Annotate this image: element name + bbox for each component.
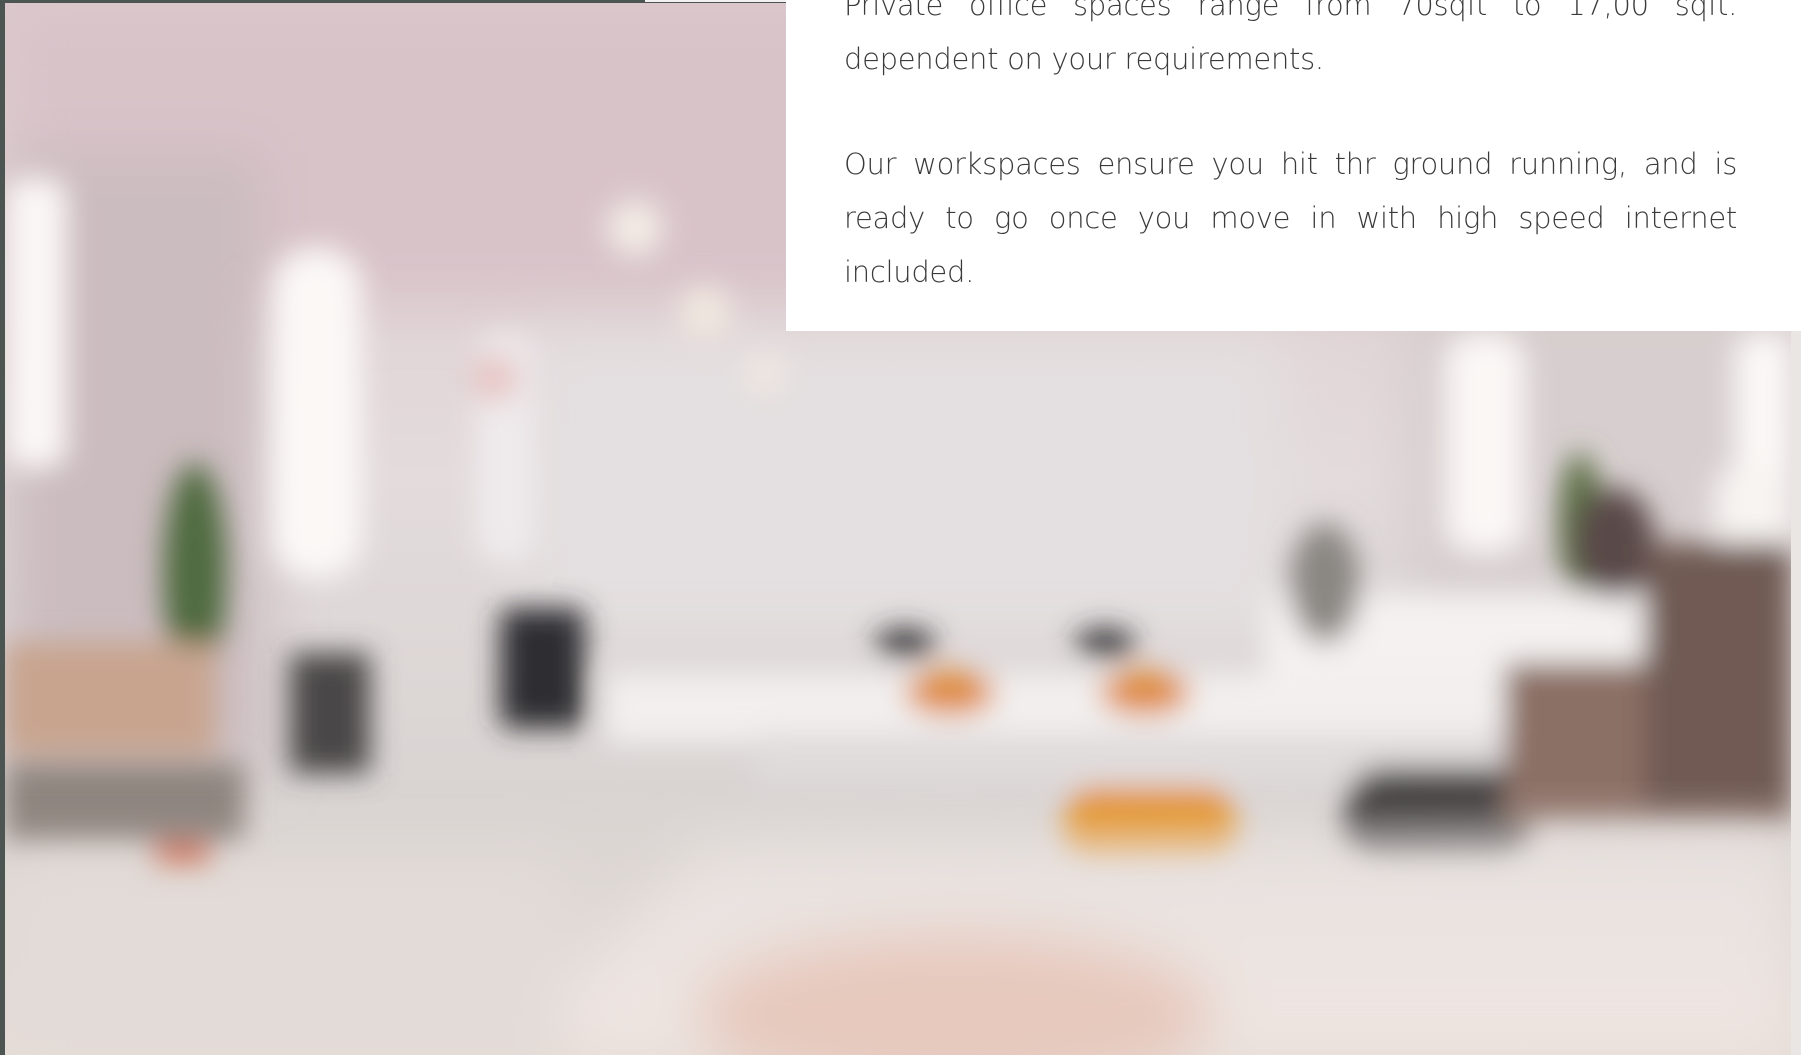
top-edge-strip [0, 0, 645, 3]
left-edge-strip [0, 0, 5, 1055]
workspace-ready-paragraph: Our workspaces ensure you hit thr ground… [844, 147, 1737, 289]
top-edge-highlight [645, 0, 786, 2]
info-text-card: Private office spaces range from 70sqft … [786, 0, 1801, 331]
right-edge-strip [1791, 330, 1801, 1055]
office-size-paragraph: Private office spaces range from 70sqft … [844, 0, 1737, 76]
page: Private office spaces range from 70sqft … [0, 0, 1801, 1055]
